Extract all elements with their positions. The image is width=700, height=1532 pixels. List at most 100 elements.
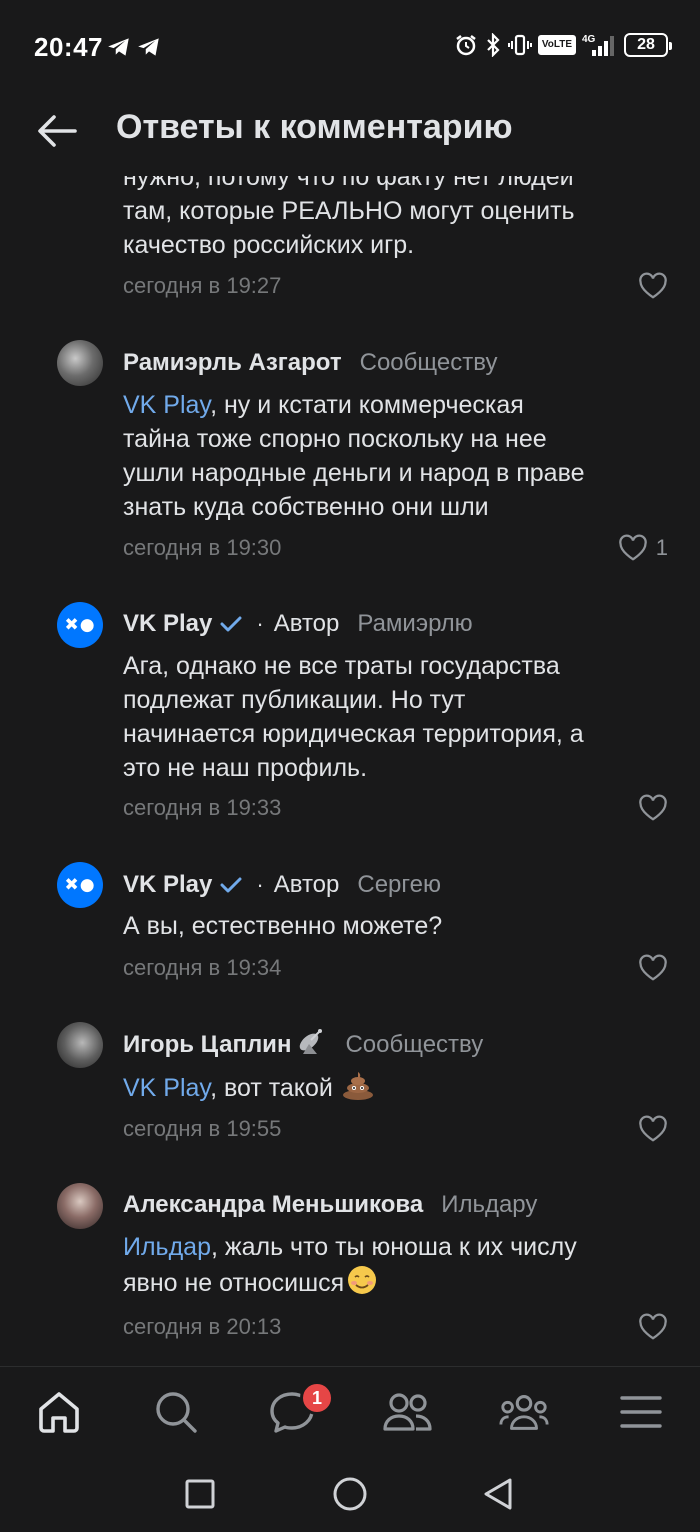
comment-text: Ильдар, жаль что ты юноша к их числу явн… — [123, 1230, 673, 1305]
recent-apps-button[interactable] — [180, 1474, 220, 1514]
comment-header: Игорь Цаплин Сообществу — [123, 1028, 483, 1062]
vk-play-logo: ✖● — [64, 875, 96, 895]
bluetooth-icon — [487, 33, 500, 57]
home-system-button[interactable] — [330, 1474, 370, 1514]
comment-author[interactable]: VK Play — [123, 610, 212, 638]
comment-header: VK Play · Автор Сергею — [123, 868, 441, 902]
like-button[interactable] — [638, 954, 668, 982]
poop-emoji-icon — [340, 1069, 376, 1110]
home-icon — [39, 1392, 79, 1433]
back-system-button[interactable] — [478, 1474, 518, 1514]
search-icon — [156, 1392, 197, 1433]
reply-to-label: Сообществу — [359, 349, 498, 376]
like-button[interactable] — [638, 272, 668, 300]
comment-time: сегодня в 19:27 — [123, 273, 282, 298]
status-bar: 20:47 VoLTE 4G 28 — [0, 0, 700, 96]
comment-time: сегодня в 19:30 — [123, 535, 282, 560]
heart-icon — [639, 954, 667, 981]
like-button[interactable]: 1 — [618, 534, 668, 562]
mention-link[interactable]: VK Play — [123, 1074, 210, 1102]
avatar[interactable] — [57, 1183, 103, 1229]
mention-link[interactable]: Ильдар — [123, 1233, 211, 1261]
author-role: Автор — [273, 610, 340, 637]
verified-check-icon — [220, 876, 242, 894]
avatar[interactable] — [57, 1022, 103, 1068]
comment-text: А вы, естественно можете? — [123, 912, 443, 940]
comment-header: Александра Меньшикова Ильдару — [123, 1188, 537, 1222]
status-time: 20:47 — [34, 32, 103, 62]
like-button[interactable] — [638, 794, 668, 822]
svg-text:4G: 4G — [582, 34, 596, 45]
notification-icons — [106, 34, 162, 60]
friends-icon — [383, 1393, 432, 1431]
mention-link[interactable]: VK Play — [123, 391, 210, 419]
comment-time: сегодня в 20:13 — [123, 1314, 282, 1339]
comment-time: сегодня в 19:55 — [123, 1116, 282, 1141]
heart-icon — [639, 1313, 667, 1340]
comment-text: Ага, однако не все траты государства под… — [123, 652, 584, 782]
reply-to-label: Сергею — [357, 871, 441, 898]
heart-icon — [639, 272, 667, 299]
messages-badge: 1 — [300, 1381, 334, 1415]
comment-time: сегодня в 19:34 — [123, 955, 282, 980]
system-nav-bar — [0, 1456, 700, 1532]
comment-meta: сегодня в 19:27 — [123, 268, 668, 304]
reply-to-label: Рамиэрлю — [357, 610, 473, 637]
comment-author[interactable]: Рамиэрль Азгарот — [123, 349, 342, 377]
verified-check-icon — [220, 615, 242, 633]
tab-friends[interactable] — [382, 1387, 434, 1437]
tab-communities[interactable] — [498, 1387, 550, 1437]
app-header: Ответы к комментарию — [0, 96, 700, 176]
communities-icon — [499, 1395, 549, 1430]
heart-icon — [639, 794, 667, 821]
separator-dot: · — [256, 611, 264, 636]
reply-to-label: Ильдару — [441, 1191, 538, 1218]
triangle-back-icon — [484, 1478, 512, 1510]
bottom-tab-bar: 1 — [0, 1366, 700, 1456]
comments-list[interactable]: нужно, потому что по факту нет людей там… — [0, 176, 700, 1366]
volte-indicator: VoLTE — [537, 35, 576, 55]
comment-meta: сегодня в 19:33 — [123, 790, 668, 826]
tab-home[interactable] — [33, 1387, 85, 1437]
author-role: Автор — [273, 871, 340, 898]
vibrate-icon — [507, 34, 532, 56]
comment-header: Рамиэрль Азгарот Сообществу — [123, 346, 497, 380]
satellite-antenna-icon — [295, 1028, 327, 1063]
comment-meta: сегодня в 19:34 — [123, 950, 668, 986]
alarm-icon — [456, 35, 476, 56]
arrow-left-icon — [38, 115, 77, 147]
comment-meta: сегодня в 19:55 — [123, 1111, 668, 1147]
page-title: Ответы к комментарию — [116, 108, 513, 146]
comment-author[interactable]: VK Play — [123, 871, 212, 899]
avatar[interactable]: ✖● — [57, 602, 103, 648]
tab-menu[interactable] — [615, 1387, 667, 1437]
telegram-icon — [108, 38, 129, 56]
square-icon — [185, 1479, 215, 1509]
avatar[interactable]: ✖● — [57, 862, 103, 908]
like-button[interactable] — [638, 1313, 668, 1341]
back-button[interactable] — [32, 106, 82, 156]
signal-icon: 4G — [582, 34, 614, 56]
smiling-face-emoji-icon — [344, 1264, 380, 1305]
comment-meta: сегодня в 19:30 1 — [123, 530, 668, 566]
comment-time: сегодня в 19:33 — [123, 795, 282, 820]
comment-author[interactable]: Игорь Цаплин — [123, 1031, 291, 1059]
telegram-icon — [138, 38, 159, 56]
tab-search[interactable] — [150, 1387, 202, 1437]
avatar[interactable] — [57, 340, 103, 386]
comment-text: VK Play, вот такой — [123, 1069, 673, 1110]
heart-icon — [639, 1115, 667, 1142]
comment-author[interactable]: Александра Меньшикова — [123, 1191, 423, 1219]
battery-indicator: 28 — [624, 33, 672, 57]
menu-icon — [620, 1396, 662, 1428]
like-count: 1 — [655, 535, 668, 560]
comment-text: VK Play, ну и кстати коммерческая тайна … — [123, 391, 585, 521]
comment-text: нужно, потому что по факту нет людей там… — [123, 176, 575, 259]
comment-meta: сегодня в 20:13 — [123, 1309, 668, 1345]
like-button[interactable] — [638, 1115, 668, 1143]
comment-header: VK Play · Автор Рамиэрлю — [123, 607, 473, 641]
reply-to-label: Сообществу — [345, 1031, 484, 1058]
circle-icon — [333, 1477, 367, 1511]
separator-dot: · — [256, 872, 264, 897]
heart-icon — [618, 534, 647, 561]
